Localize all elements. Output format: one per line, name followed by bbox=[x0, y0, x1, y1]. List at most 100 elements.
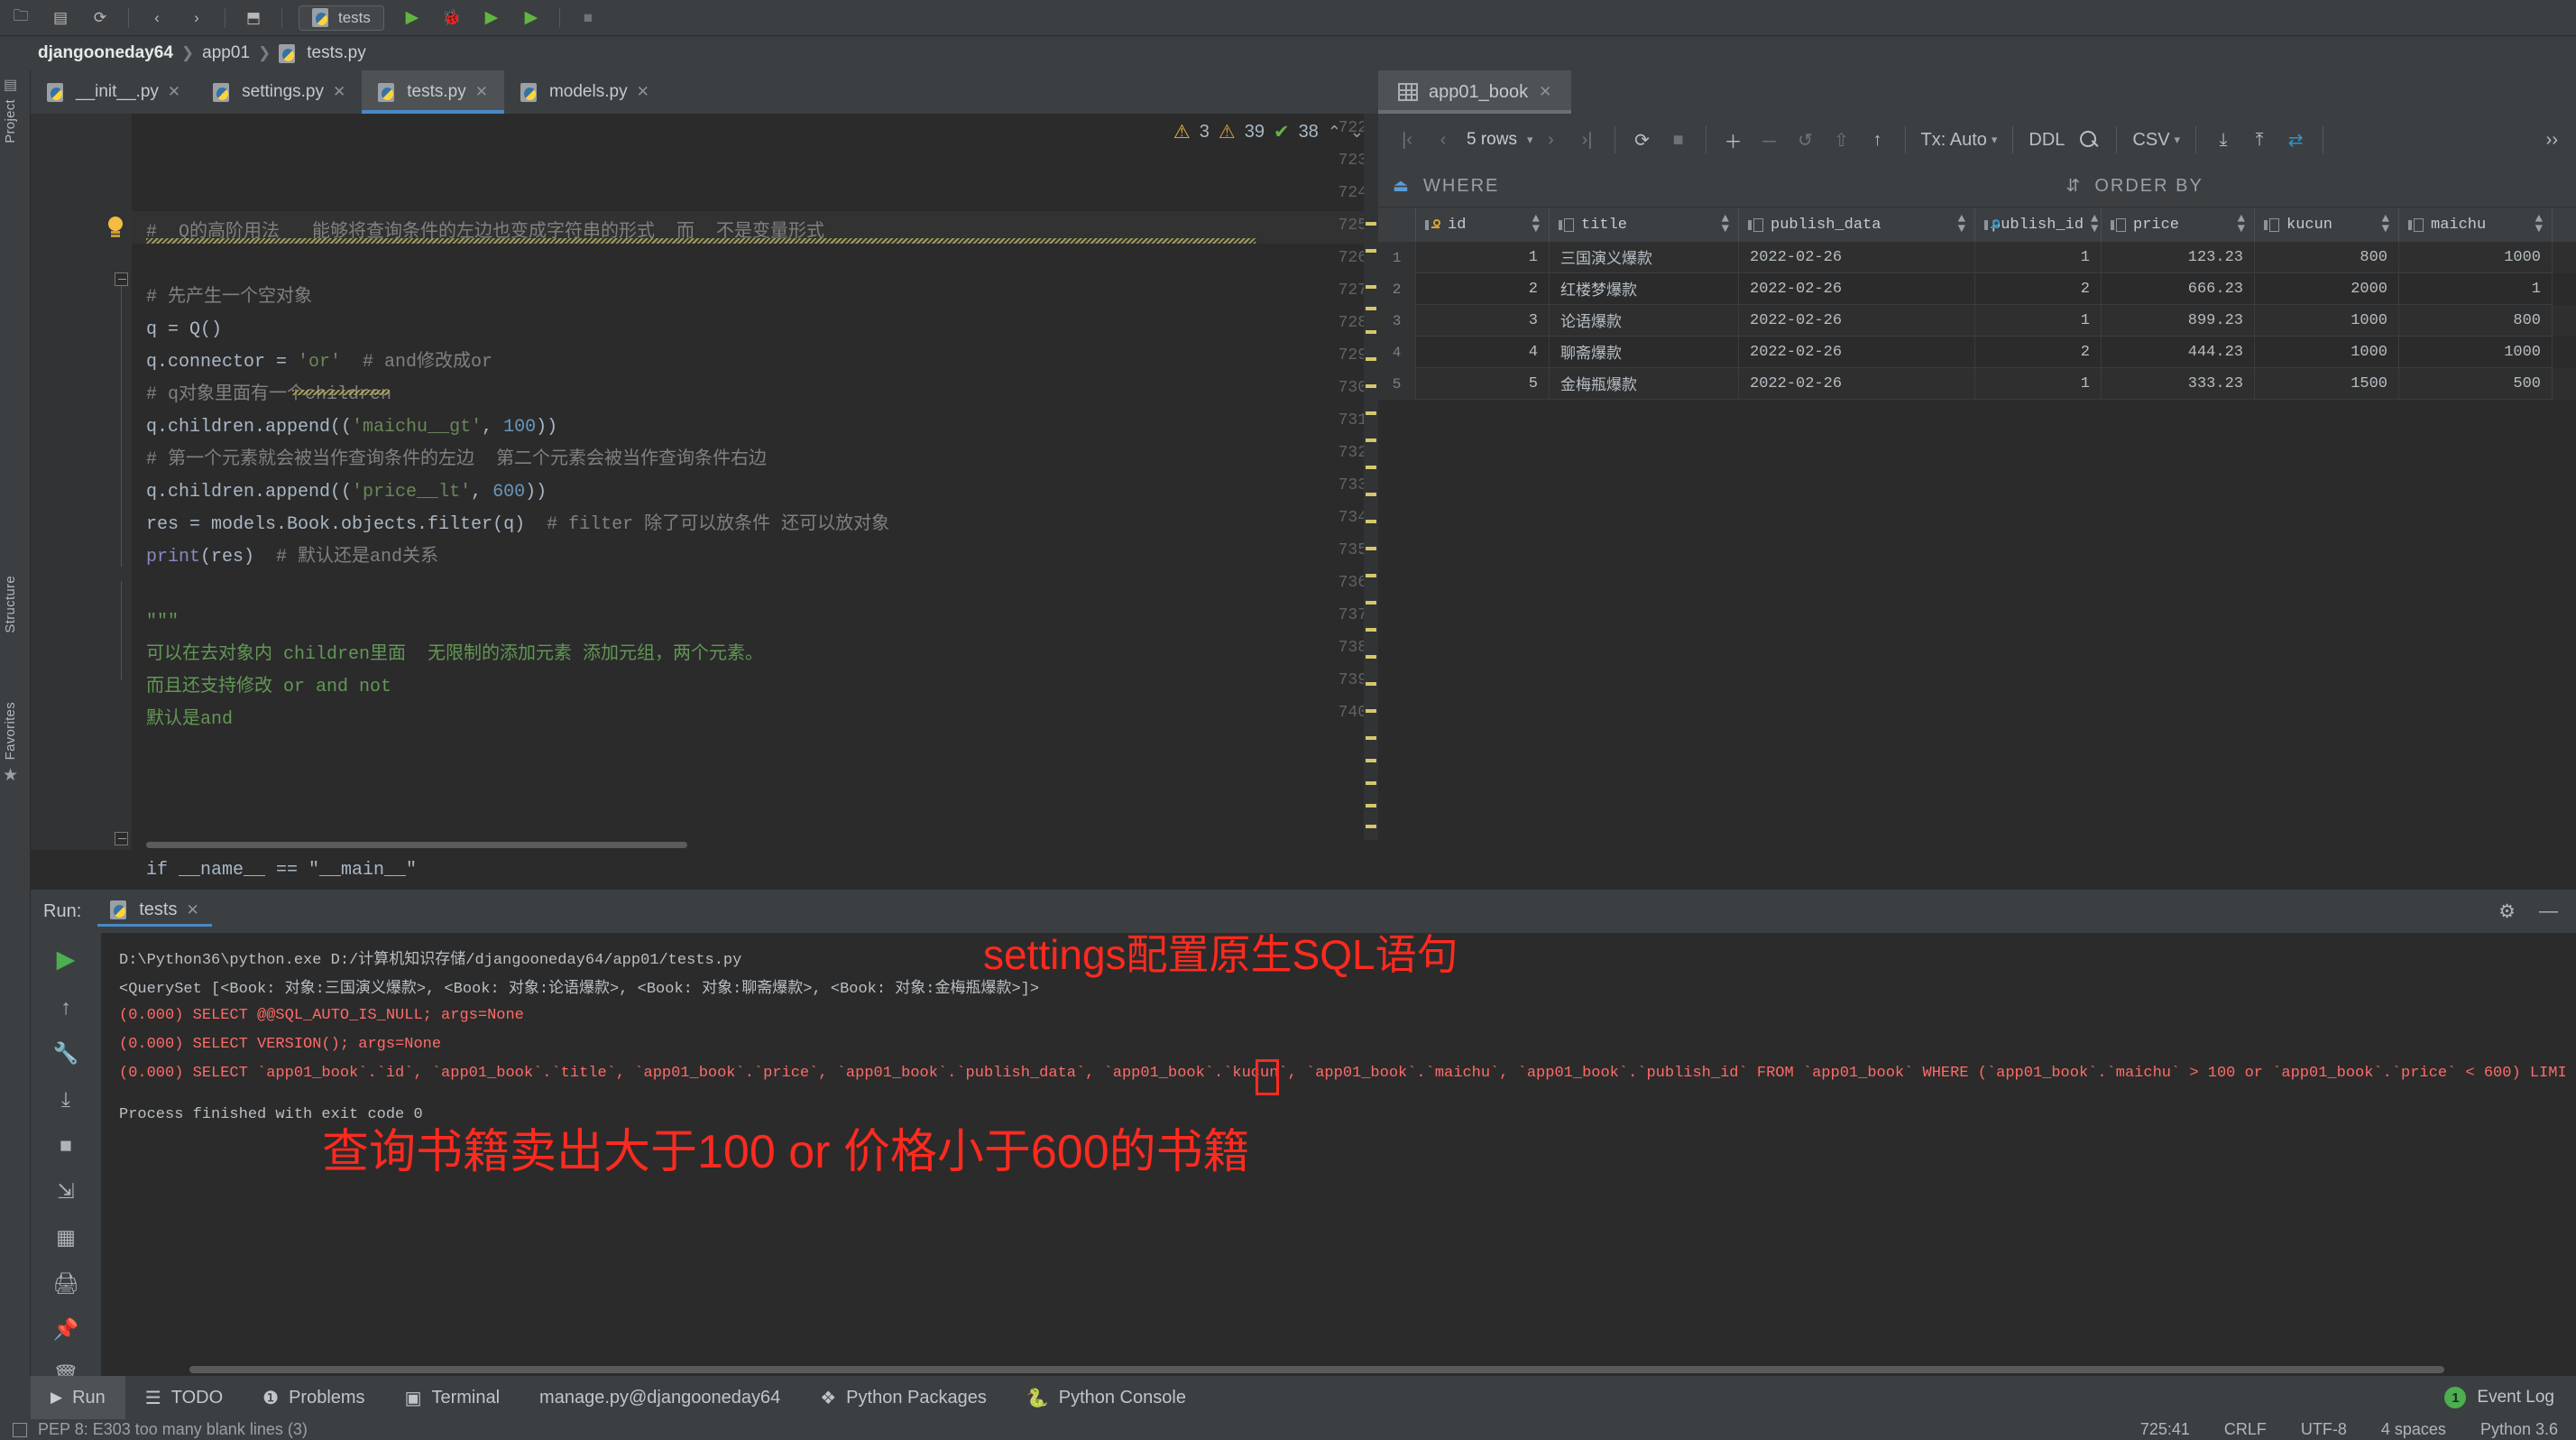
grid-body[interactable]: 1 1 三国演义爆款 2022-02-26 1 123.23 800 1000 2 2 红楼梦爆款 2… bbox=[1378, 242, 2576, 400]
sidebar-item-project[interactable]: ▤ Project bbox=[3, 76, 18, 143]
inspection-widget[interactable]: ⚠ 3 ⚠ 39 ✔ 38 ⌃ ⌄ bbox=[1173, 121, 1364, 143]
delete-row-icon[interactable]: － bbox=[1752, 122, 1788, 158]
scrollbar-thumb[interactable] bbox=[146, 842, 687, 848]
code-line[interactable]: """ bbox=[146, 606, 179, 639]
import-icon[interactable]: ⤓ bbox=[2205, 122, 2241, 158]
revert-icon[interactable]: ↺ bbox=[1788, 122, 1824, 158]
build-icon[interactable]: ⬒ bbox=[242, 6, 265, 30]
cell-maichu[interactable]: 800 bbox=[2399, 305, 2553, 337]
column-header-title[interactable]: title ▲ ▼ bbox=[1550, 208, 1739, 242]
tab-tests-py[interactable]: tests.py ✕ bbox=[362, 70, 504, 114]
sort-toggle-icon[interactable]: ▲ ▼ bbox=[1532, 213, 1540, 235]
submit-icon[interactable]: ↑ bbox=[1860, 122, 1896, 158]
column-header-id[interactable]: id ▲ ▼ bbox=[1416, 208, 1550, 242]
checkbox-icon[interactable] bbox=[13, 1422, 27, 1437]
ddl-button[interactable]: DDL bbox=[2022, 122, 2071, 158]
cell-maichu[interactable]: 1000 bbox=[2399, 242, 2553, 273]
stop-icon[interactable]: ■ bbox=[46, 1133, 86, 1158]
profile-icon[interactable]: ▶ bbox=[520, 6, 543, 30]
cell-publish_data[interactable]: 2022-02-26 bbox=[1739, 368, 1975, 400]
column-header-publish_id[interactable]: publish_id ▲ ▼ bbox=[1975, 208, 2102, 242]
line-separator[interactable]: CRLF bbox=[2224, 1420, 2267, 1439]
print-icon[interactable]: 🖨 bbox=[46, 1271, 86, 1296]
cell-kucun[interactable]: 2000 bbox=[2255, 273, 2399, 305]
indent-setting[interactable]: 4 spaces bbox=[2381, 1420, 2446, 1439]
cell-publish_id[interactable]: 1 bbox=[1975, 368, 2102, 400]
breadcrumb-app[interactable]: app01 bbox=[202, 43, 250, 63]
rerun-icon[interactable]: ▶ bbox=[46, 946, 86, 974]
revert-selected-icon[interactable]: ⇧ bbox=[1824, 122, 1860, 158]
status-item-run[interactable]: ▶ Run bbox=[31, 1376, 125, 1419]
refresh-icon[interactable]: ⟳ bbox=[1624, 122, 1661, 158]
status-item-manage-py[interactable]: manage.py@djangooneday64 bbox=[520, 1376, 800, 1419]
code-line[interactable]: res = models.Book.objects.filter(q) # fi… bbox=[146, 509, 889, 541]
cell-title[interactable]: 三国演义爆款 bbox=[1550, 242, 1739, 273]
code-line[interactable]: q = Q() bbox=[146, 314, 222, 346]
cell-title[interactable]: 金梅瓶爆款 bbox=[1550, 368, 1739, 400]
close-icon[interactable]: ✕ bbox=[187, 901, 199, 919]
cell-price[interactable]: 123.23 bbox=[2102, 242, 2255, 273]
pin-icon[interactable]: 📌 bbox=[46, 1317, 86, 1342]
grid-icon[interactable]: ▦ bbox=[46, 1225, 86, 1250]
settings-gear-icon[interactable]: ⚙ bbox=[2498, 900, 2516, 923]
column-header-maichu[interactable]: maichu ▲ ▼ bbox=[2399, 208, 2553, 242]
cell-maichu[interactable]: 500 bbox=[2399, 368, 2553, 400]
cell-publish_data[interactable]: 2022-02-26 bbox=[1739, 305, 1975, 337]
run-console[interactable]: D:\Python36\python.exe D:/计算机知识存储/django… bbox=[101, 933, 2576, 1376]
code-line[interactable]: print(res) # 默认还是and关系 bbox=[146, 541, 438, 574]
add-row-icon[interactable]: ＋ bbox=[1716, 122, 1752, 158]
breadcrumb-project[interactable]: djangooneday64 bbox=[38, 43, 173, 63]
table-row[interactable]: 3 3 论语爆款 2022-02-26 1 899.23 1000 800 bbox=[1378, 305, 2576, 337]
sidebar-item-favorites[interactable]: Favorites ★ bbox=[3, 702, 18, 786]
python-interpreter[interactable]: Python 3.6 bbox=[2480, 1420, 2558, 1439]
close-icon[interactable]: ✕ bbox=[1539, 83, 1551, 101]
cell-publish_data[interactable]: 2022-02-26 bbox=[1739, 273, 1975, 305]
run-configuration-selector[interactable]: tests bbox=[299, 5, 384, 31]
table-row[interactable]: 4 4 聊斋爆款 2022-02-26 2 444.23 1000 1000 bbox=[1378, 337, 2576, 368]
back-icon[interactable]: ‹ bbox=[145, 6, 169, 30]
soft-wrap-icon[interactable]: ⇲ bbox=[46, 1179, 86, 1204]
forward-icon[interactable]: › bbox=[185, 6, 208, 30]
cell-id[interactable]: 3 bbox=[1416, 305, 1550, 337]
console-horizontal-scrollbar[interactable] bbox=[171, 1363, 2576, 1376]
cell-id[interactable]: 4 bbox=[1416, 337, 1550, 368]
sort-toggle-icon[interactable]: ▲ ▼ bbox=[2238, 213, 2245, 235]
stop-icon[interactable]: ■ bbox=[1661, 122, 1697, 158]
data-grid[interactable]: id ▲ ▼ title ▲ ▼ publish_data ▲ ▼ publish_id ▲ ▼ pri… bbox=[1378, 208, 2576, 890]
scroll-to-end-icon[interactable]: ⤓ bbox=[46, 1087, 86, 1112]
cell-maichu[interactable]: 1000 bbox=[2399, 337, 2553, 368]
column-header-publish_data[interactable]: publish_data ▲ ▼ bbox=[1739, 208, 1975, 242]
table-row[interactable]: 5 5 金梅瓶爆款 2022-02-26 1 333.23 1500 500 bbox=[1378, 368, 2576, 400]
cell-price[interactable]: 899.23 bbox=[2102, 305, 2255, 337]
cell-id[interactable]: 1 bbox=[1416, 242, 1550, 273]
code-line[interactable]: 默认是and bbox=[146, 704, 233, 736]
wrench-icon[interactable]: 🔧 bbox=[46, 1041, 86, 1066]
cell-publish_data[interactable]: 2022-02-26 bbox=[1739, 242, 1975, 273]
code-line[interactable]: q.children.append(('maichu__gt', 100)) bbox=[146, 411, 557, 444]
run-icon[interactable]: ▶ bbox=[400, 6, 424, 30]
sort-toggle-icon[interactable]: ▲ ▼ bbox=[2535, 213, 2543, 235]
status-item-problems[interactable]: ❶ Problems bbox=[243, 1376, 384, 1419]
intention-bulb-icon[interactable] bbox=[107, 217, 124, 238]
code-line[interactable]: 而且还支持修改 or and not bbox=[146, 671, 391, 704]
cell-title[interactable]: 红楼梦爆款 bbox=[1550, 273, 1739, 305]
cell-publish_id[interactable]: 1 bbox=[1975, 305, 2102, 337]
stop-icon[interactable]: ■ bbox=[576, 6, 600, 30]
sort-toggle-icon[interactable]: ▲ ▼ bbox=[1722, 213, 1729, 235]
open-folder-icon[interactable]: 🗀 bbox=[9, 6, 32, 30]
cell-price[interactable]: 444.23 bbox=[2102, 337, 2255, 368]
last-row-icon[interactable]: ›| bbox=[1569, 122, 1605, 158]
chevron-down-icon[interactable]: ⌄ bbox=[1350, 123, 1364, 142]
cell-title[interactable]: 聊斋爆款 bbox=[1550, 337, 1739, 368]
order-by-filter[interactable]: ⇵ ORDER BY bbox=[2065, 176, 2203, 197]
tab-models-py[interactable]: models.py ✕ bbox=[504, 70, 666, 114]
cell-publish_id[interactable]: 2 bbox=[1975, 337, 2102, 368]
where-filter[interactable]: ⏏ WHERE bbox=[1393, 176, 1499, 197]
column-header-price[interactable]: price ▲ ▼ bbox=[2102, 208, 2255, 242]
export-icon[interactable]: ⤒ bbox=[2241, 122, 2277, 158]
close-icon[interactable]: ✕ bbox=[333, 83, 345, 101]
cell-publish_id[interactable]: 1 bbox=[1975, 242, 2102, 273]
editor-marker-column[interactable] bbox=[1364, 114, 1378, 850]
fold-collapse-icon[interactable] bbox=[115, 272, 128, 286]
search-icon[interactable] bbox=[2071, 122, 2107, 158]
